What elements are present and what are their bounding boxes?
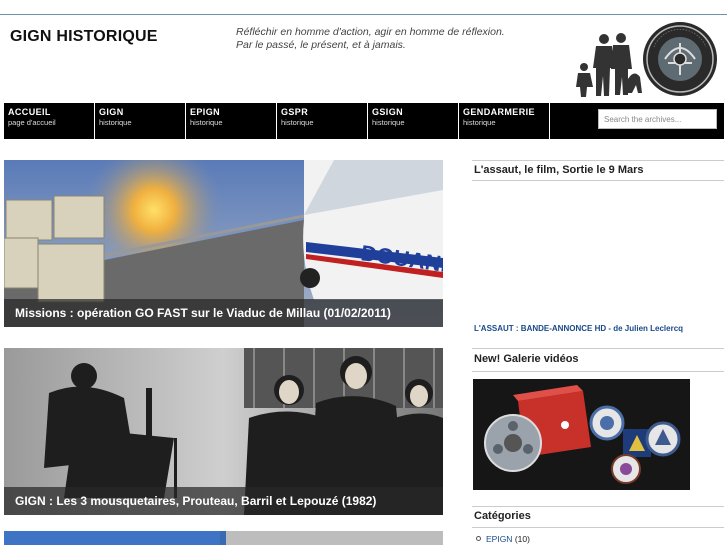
nav-item-gspr[interactable]: GSPR historique	[277, 103, 368, 139]
bullet-icon	[476, 536, 481, 541]
video-reels-image	[473, 379, 690, 490]
category-count: (10)	[514, 534, 530, 544]
nav-item-subtitle: historique	[190, 118, 223, 127]
nav-item-gsign[interactable]: GSIGN historique	[368, 103, 459, 139]
nav-item-subtitle: historique	[281, 118, 314, 127]
video-embed-area[interactable]	[472, 184, 724, 320]
sidebar-rule	[472, 160, 724, 161]
featured-post-mousquetaires[interactable]: GIGN : Les 3 mousquetaires, Prouteau, Ba…	[4, 348, 443, 515]
tagline: Réfléchir en homme d'action, agir en hom…	[236, 26, 505, 52]
sidebar-rule	[472, 371, 724, 372]
nav-item-title: GSPR	[281, 107, 309, 117]
nav-item-title: GSIGN	[372, 107, 404, 117]
post-caption[interactable]: GIGN : Les 3 mousquetaires, Prouteau, Ba…	[4, 487, 443, 515]
category-link-epign[interactable]: EPIGN	[486, 534, 512, 544]
featured-post-go-fast[interactable]: DOUANE Missions : opération GO FAST sur …	[4, 160, 443, 327]
tagline-line-2: Par le passé, le présent, et à jamais.	[236, 39, 406, 51]
category-item: EPIGN (10)	[476, 534, 530, 544]
nav-item-title: GENDARMERIE	[463, 107, 535, 117]
nav-item-subtitle: historique	[463, 118, 496, 127]
nav-item-gendarmerie[interactable]: GENDARMERIE historique	[459, 103, 550, 139]
featured-post-partial[interactable]	[4, 531, 443, 545]
sidebar-rule	[472, 180, 724, 181]
category-list: EPIGN (10)	[476, 534, 530, 544]
sidebar-heading-gallery: New! Galerie vidéos	[474, 353, 579, 365]
sidebar-rule	[472, 506, 724, 507]
nav-item-epign[interactable]: EPIGN historique	[186, 103, 277, 139]
nav-item-title: ACCUEIL	[8, 107, 51, 117]
post-image-partial	[4, 531, 443, 545]
gign-emblem-icon	[576, 22, 717, 97]
nav-item-title: EPIGN	[190, 107, 221, 117]
sidebar-heading-categories: Catégories	[474, 510, 531, 522]
gallery-thumbnail[interactable]	[473, 379, 690, 490]
header-top-rule	[0, 14, 727, 15]
site-title[interactable]: GIGN HISTORIQUE	[10, 28, 158, 46]
nav-item-title: GIGN	[99, 107, 124, 117]
sidebar-heading-film: L'assaut, le film, Sortie le 9 Mars	[474, 164, 644, 176]
tagline-line-1: Réfléchir en homme d'action, agir en hom…	[236, 26, 505, 38]
sidebar-rule	[472, 527, 724, 528]
search-input[interactable]	[598, 109, 717, 129]
trailer-link[interactable]: L'ASSAUT : BANDE-ANNONCE HD - de Julien …	[474, 324, 683, 333]
header-logo	[572, 19, 724, 99]
post-caption[interactable]: Missions : opération GO FAST sur le Viad…	[4, 299, 443, 327]
nav-item-subtitle: historique	[372, 118, 405, 127]
nav-item-subtitle: page d'accueil	[8, 118, 56, 127]
nav-item-accueil[interactable]: ACCUEIL page d'accueil	[4, 103, 95, 139]
nav-item-subtitle: historique	[99, 118, 132, 127]
nav-item-gign[interactable]: GIGN historique	[95, 103, 186, 139]
sidebar-rule	[472, 348, 724, 349]
